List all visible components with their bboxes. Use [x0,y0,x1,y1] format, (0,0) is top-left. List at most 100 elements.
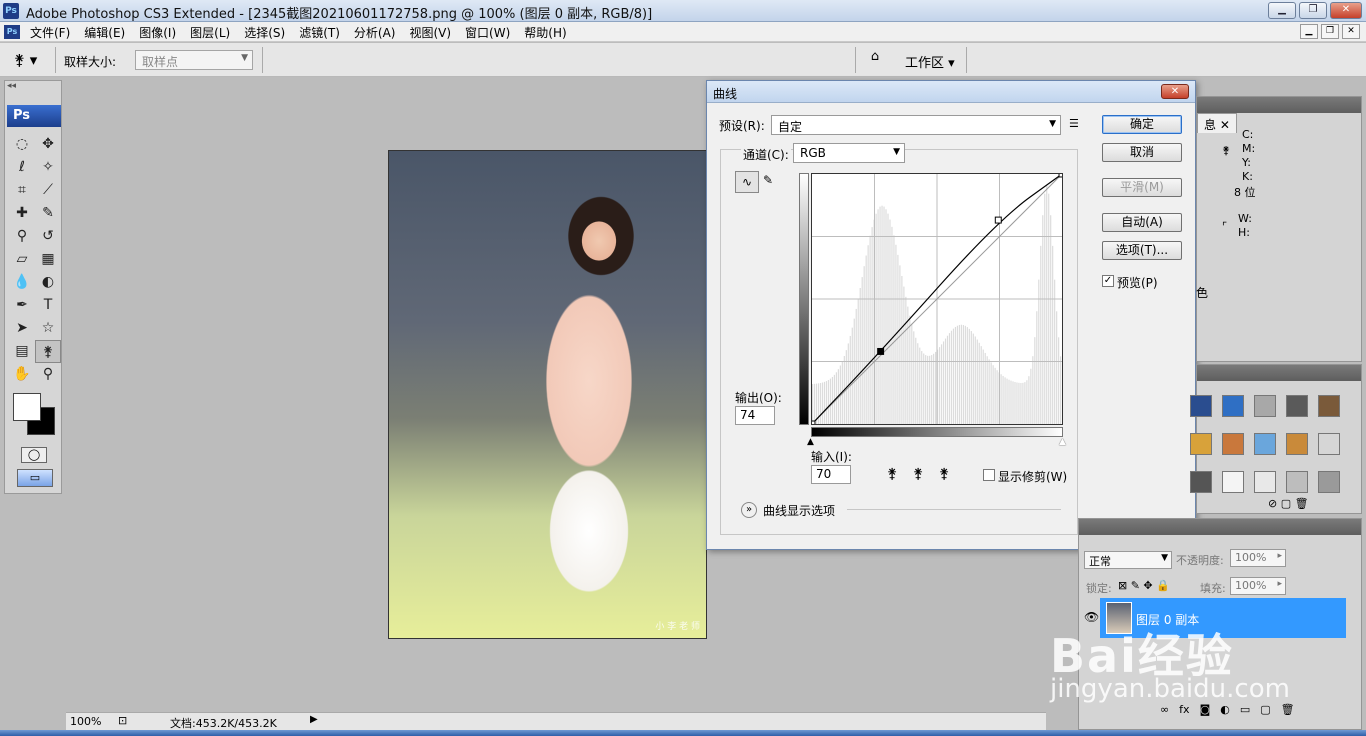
output-field[interactable]: 74 [735,406,775,425]
status-icon[interactable]: ⊡ [118,714,127,727]
style-swatch[interactable] [1222,471,1244,493]
menu-analysis[interactable]: 分析(A) [354,24,396,41]
style-swatch[interactable] [1318,433,1340,455]
style-swatch[interactable] [1318,395,1340,417]
sample-size-select[interactable]: 取样点 ▼ [135,50,253,70]
style-swatch[interactable] [1286,433,1308,455]
clone-stamp-icon[interactable]: ⚲ [9,225,35,248]
history-brush-icon[interactable]: ↺ [35,225,61,248]
menu-select[interactable]: 选择(S) [244,24,285,41]
style-swatch[interactable] [1222,395,1244,417]
eyedropper-icon[interactable]: ⚵ ▾ [14,51,37,69]
histogram-bar [1040,245,1042,424]
path-selection-icon[interactable]: ➤ [9,317,35,340]
info-tab[interactable]: 息 ✕ [1197,113,1237,133]
healing-brush-icon[interactable]: ✚ [9,202,35,225]
expand-chevron-icon[interactable]: » [741,502,757,518]
zoom-icon[interactable]: ⚲ [35,363,61,386]
doc-close-button[interactable]: ✕ [1342,24,1360,39]
style-swatch[interactable] [1286,395,1308,417]
style-swatch[interactable] [1190,433,1212,455]
style-panel-icons[interactable]: ⊘ ▢ 🗑 [1268,497,1309,510]
preset-options-icon[interactable]: ☰ [1069,117,1079,130]
show-clipping-checkbox[interactable] [983,469,995,481]
auto-button[interactable]: 自动(A) [1102,213,1182,232]
gradient-icon[interactable]: ▦ [35,248,61,271]
histogram-bar [853,318,855,424]
lasso-icon[interactable]: ℓ [9,156,35,179]
style-swatch[interactable] [1286,471,1308,493]
menu-edit[interactable]: 编辑(E) [84,24,125,41]
menu-window[interactable]: 窗口(W) [465,24,510,41]
toolbox-ps-logo[interactable]: Ps [7,105,61,127]
menu-help[interactable]: 帮助(H) [524,24,566,41]
cancel-button[interactable]: 取消 [1102,143,1182,162]
notes-icon[interactable]: ▤ [9,340,35,363]
document-image[interactable]: 小 李 老 师 [388,150,707,639]
opacity-field[interactable]: 100% ▸ [1230,549,1286,567]
menu-view[interactable]: 视图(V) [409,24,451,41]
ok-button[interactable]: 确定 [1102,115,1182,134]
collapse-arrows-icon[interactable]: ◂◂ [7,81,16,91]
selection-size-icon: ⌜ [1222,220,1228,233]
blur-icon[interactable]: 💧 [9,271,35,294]
black-eyedropper-icon[interactable]: ⚵ [887,466,897,482]
screen-mode-icon[interactable]: ▭ [17,469,53,487]
gray-eyedropper-icon[interactable]: ⚵ [913,466,923,482]
move-icon[interactable]: ✥ [35,133,61,156]
white-point-slider[interactable]: ▲ [1059,437,1066,447]
tool-grid: ◌ ✥ ℓ ✧ ⌗ ⟋ ✚ ✎ ⚲ ↺ ▱ ▦ 💧 ◐ ✒ T ➤ ☆ ▤ ⚵ ✋ ⚲ [9,133,61,386]
bridge-icon[interactable]: ⌂ [862,49,888,71]
eyedropper-tool-icon[interactable]: ⚵ [35,340,61,363]
slice-icon[interactable]: ⟋ [35,179,61,202]
display-options-label[interactable]: 曲线显示选项 [763,502,835,519]
workspace-menu[interactable]: 工作区 ▾ [905,52,955,71]
shape-icon[interactable]: ☆ [35,317,61,340]
minimize-button[interactable]: ▁ [1268,2,1296,19]
crop-icon[interactable]: ⌗ [9,179,35,202]
white-eyedropper-icon[interactable]: ⚵ [939,466,949,482]
menu-file[interactable]: 文件(F) [30,24,70,41]
eraser-icon[interactable]: ▱ [9,248,35,271]
preset-select[interactable]: 自定 ▼ [771,115,1061,135]
pen-icon[interactable]: ✒ [9,294,35,317]
brush-icon[interactable]: ✎ [35,202,61,225]
maximize-button[interactable]: ❐ [1299,2,1327,19]
pencil-draw-icon[interactable]: ✎ [763,173,773,187]
input-field[interactable]: 70 [811,465,851,484]
options-button[interactable]: 选项(T)... [1102,241,1182,260]
black-point-slider[interactable]: ▲ [807,437,814,447]
hand-icon[interactable]: ✋ [9,363,35,386]
close-button[interactable]: ✕ [1330,2,1362,19]
magic-wand-icon[interactable]: ✧ [35,156,61,179]
style-swatch[interactable] [1190,395,1212,417]
blend-mode-select[interactable]: 正常 ▼ [1084,551,1172,569]
channel-select[interactable]: RGB ▼ [793,143,905,163]
menu-layer[interactable]: 图层(L) [190,24,230,41]
type-icon[interactable]: T [35,294,61,317]
curve-edit-icon[interactable]: ∿ [735,171,759,193]
color-swatches[interactable] [13,393,59,437]
histogram-bar [923,353,925,424]
dialog-close-button[interactable]: ✕ [1161,84,1189,99]
dodge-icon[interactable]: ◐ [35,271,61,294]
quick-mask-icon[interactable]: ◯ [21,447,47,463]
style-swatch[interactable] [1190,471,1212,493]
style-swatch[interactable] [1254,433,1276,455]
doc-restore-button[interactable]: ❐ [1321,24,1339,39]
menu-image[interactable]: 图像(I) [139,24,176,41]
style-swatch[interactable] [1222,433,1244,455]
status-menu-arrow-icon[interactable]: ▶ [310,714,318,725]
style-swatch[interactable] [1318,471,1340,493]
opacity-value: 100% [1235,551,1267,564]
style-swatch[interactable] [1254,395,1276,417]
style-swatch[interactable] [1254,471,1276,493]
preview-checkbox[interactable]: ✓ [1102,275,1114,287]
histogram-bar [944,338,947,424]
foreground-color[interactable] [13,393,41,421]
curve-graph[interactable] [811,173,1063,425]
marquee-icon[interactable]: ◌ [9,133,35,156]
doc-minimize-button[interactable]: ▁ [1300,24,1318,39]
menu-filter[interactable]: 滤镜(T) [299,24,340,41]
zoom-level[interactable]: 100% [70,715,101,728]
